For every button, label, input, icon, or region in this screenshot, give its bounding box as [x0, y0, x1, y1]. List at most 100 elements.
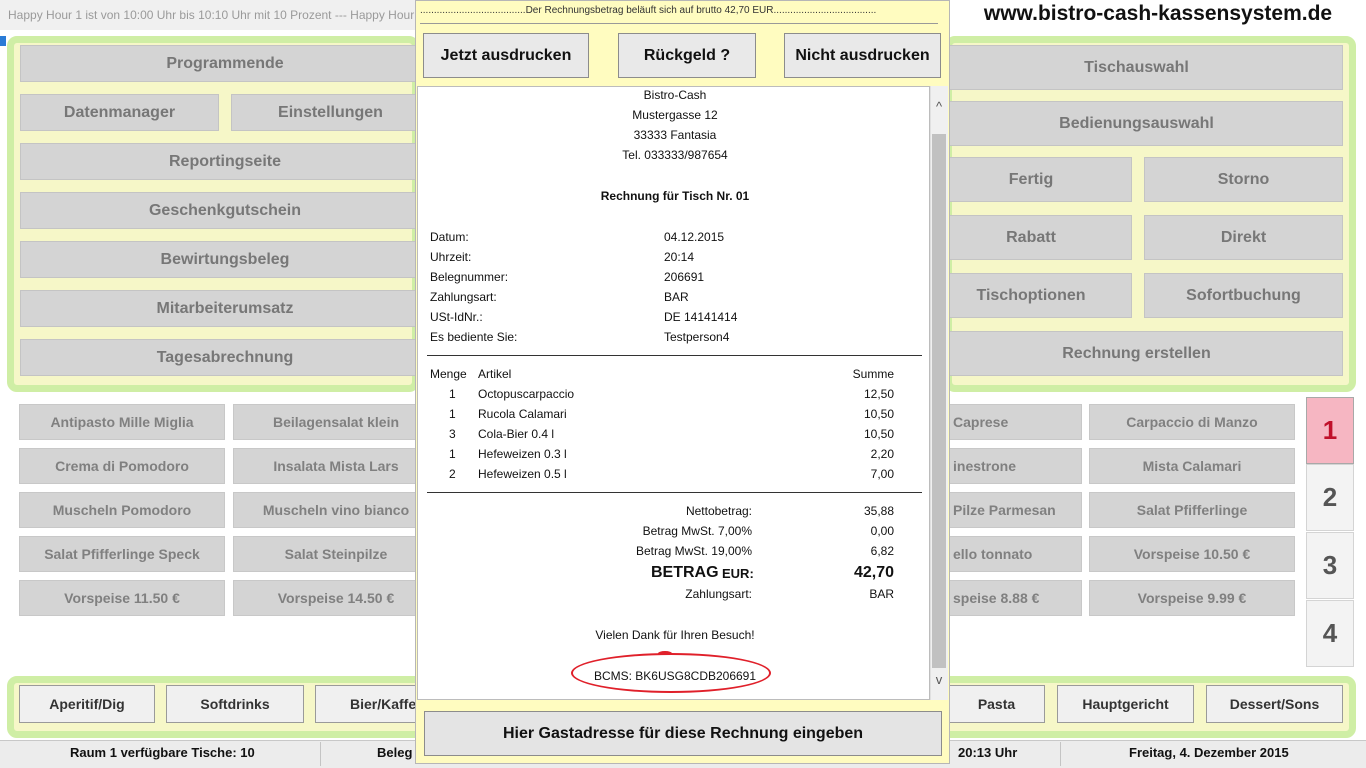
mwst19-value: 6,82 [870, 544, 894, 558]
bedienungsauswahl-button[interactable]: Bedienungsauswahl [930, 101, 1343, 146]
mwst7-label: Betrag MwSt. 7,00% [642, 524, 752, 538]
sofortbuchung-button[interactable]: Sofortbuchung [1144, 273, 1343, 318]
category-dessert[interactable]: Dessert/Sons [1206, 685, 1343, 723]
window-edge [0, 36, 6, 46]
rabatt-button[interactable]: Rabatt [930, 215, 1132, 260]
storno-button[interactable]: Storno [1144, 157, 1343, 202]
item-sum: 2,20 [870, 447, 894, 461]
status-time: 20:13 Uhr [958, 745, 1018, 760]
category-hauptgericht[interactable]: Hauptgericht [1057, 685, 1194, 723]
item-name: Hefeweizen 0.5 l [478, 467, 567, 481]
product-button[interactable]: Vorspeise 14.50 € [233, 580, 439, 616]
col-header-sum: Summe [852, 367, 894, 381]
product-button[interactable]: Carpaccio di Manzo [1089, 404, 1295, 440]
receipt-street: Mustergasse 12 [632, 108, 718, 122]
info-label: Datum: [430, 230, 469, 244]
betrag-value: 42,70 [853, 564, 894, 581]
status-raum: Raum 1 verfügbare Tische: 10 [70, 745, 255, 760]
item-qty: 1 [449, 387, 456, 401]
receipt-divider [427, 492, 922, 493]
item-qty: 2 [449, 467, 456, 481]
betrag-unit: EUR: [722, 566, 754, 581]
table-tab-2[interactable]: 2 [1306, 464, 1354, 531]
scroll-up-icon[interactable]: ^ [930, 97, 948, 117]
info-value: 04.12.2015 [664, 230, 725, 244]
datenmanager-button[interactable]: Datenmanager [20, 94, 219, 131]
tischoptionen-button[interactable]: Tischoptionen [930, 273, 1132, 318]
programmende-button[interactable]: Programmende [20, 45, 430, 82]
bcms-highlight-circle [571, 653, 771, 693]
product-button[interactable]: Crema di Pomodoro [19, 448, 225, 484]
print-now-button[interactable]: Jetzt ausdrucken [423, 33, 589, 78]
info-label: Zahlungsart: [430, 290, 497, 304]
receipt-divider [427, 355, 922, 356]
info-value: 20:14 [664, 250, 695, 264]
guest-address-button[interactable]: Hier Gastadresse für diese Rechnung eing… [424, 711, 942, 756]
product-button[interactable]: inestrone [928, 448, 1082, 484]
rechnung-erstellen-button[interactable]: Rechnung erstellen [930, 331, 1343, 376]
product-button[interactable]: Beilagensalat klein [233, 404, 439, 440]
item-qty: 3 [449, 427, 456, 441]
fertig-button[interactable]: Fertig [930, 157, 1132, 202]
receipt-title: Rechnung für Tisch Nr. 01 [600, 189, 750, 203]
mitarbeiterumsatz-button[interactable]: Mitarbeiterumsatz [20, 290, 430, 327]
info-label: Es bediente Sie: [430, 330, 518, 344]
product-button[interactable]: Vorspeise 10.50 € [1089, 536, 1295, 572]
reportingseite-button[interactable]: Reportingseite [20, 143, 430, 180]
product-button[interactable]: Salat Pfifferlinge Speck [19, 536, 225, 572]
geschenkgutschein-button[interactable]: Geschenkgutschein [20, 192, 430, 229]
product-button[interactable]: speise 8.88 € [928, 580, 1082, 616]
item-name: Octopuscarpaccio [478, 387, 575, 401]
scroll-down-icon[interactable]: v [930, 670, 948, 690]
product-button[interactable]: Muscheln vino bianco [233, 492, 439, 528]
do-not-print-button[interactable]: Nicht ausdrucken [784, 33, 941, 78]
product-button[interactable]: Salat Steinpilze [233, 536, 439, 572]
product-button[interactable]: ello tonnato [928, 536, 1082, 572]
product-button[interactable]: Vorspeise 9.99 € [1089, 580, 1295, 616]
product-button[interactable]: Salat Pfifferlinge [1089, 492, 1295, 528]
site-url-banner: www.bistro-cash-kassensystem.de [950, 0, 1366, 30]
item-sum: 10,50 [863, 427, 894, 441]
zahlungsart-label: Zahlungsart: [685, 587, 752, 601]
status-beleg: Beleg [377, 745, 413, 760]
product-button[interactable]: Mista Calamari [1089, 448, 1295, 484]
scrollbar-thumb[interactable] [932, 134, 946, 668]
receipt-phone: Tel. 033333/987654 [622, 148, 728, 162]
product-button[interactable]: Antipasto Mille Miglia [19, 404, 225, 440]
direkt-button[interactable]: Direkt [1144, 215, 1343, 260]
change-calculator-button[interactable]: Rückgeld ? [618, 33, 756, 78]
product-button[interactable]: Muscheln Pomodoro [19, 492, 225, 528]
thank-you-text: Vielen Dank für Ihren Besuch! [595, 628, 755, 642]
product-button[interactable]: Caprese [928, 404, 1082, 440]
einstellungen-button[interactable]: Einstellungen [231, 94, 430, 131]
item-sum: 7,00 [870, 467, 894, 481]
zahlungsart-value: BAR [869, 587, 894, 601]
product-button[interactable]: Insalata Mista Lars [233, 448, 439, 484]
tischauswahl-button[interactable]: Tischauswahl [930, 45, 1343, 90]
category-aperitif[interactable]: Aperitif/Dig [19, 685, 155, 723]
info-label: Uhrzeit: [430, 250, 472, 264]
table-tab-1[interactable]: 1 [1306, 397, 1354, 464]
col-header-qty: Menge [430, 367, 467, 381]
item-qty: 1 [449, 447, 456, 461]
table-tab-3[interactable]: 3 [1306, 532, 1354, 599]
mwst19-label: Betrag MwSt. 19,00% [635, 544, 752, 558]
info-value: 206691 [664, 270, 705, 284]
info-label: Belegnummer: [430, 270, 509, 284]
netto-label: Nettobetrag: [685, 504, 752, 518]
info-value: BAR [664, 290, 689, 304]
status-separator [320, 742, 321, 766]
dialog-divider [420, 23, 938, 24]
item-name: Rucola Calamari [478, 407, 567, 421]
product-button[interactable]: Vorspeise 11.50 € [19, 580, 225, 616]
table-tab-4[interactable]: 4 [1306, 600, 1354, 667]
happy-hour-ticker: Happy Hour 1 ist von 10:00 Uhr bis 10:10… [0, 0, 415, 30]
tagesabrechnung-button[interactable]: Tagesabrechnung [20, 339, 430, 376]
item-name: Cola-Bier 0.4 l [478, 427, 555, 441]
receipt-company: Bistro-Cash [643, 88, 707, 102]
product-button[interactable]: Pilze Parmesan [928, 492, 1082, 528]
bewirtungsbeleg-button[interactable]: Bewirtungsbeleg [20, 241, 430, 278]
category-softdrinks[interactable]: Softdrinks [166, 685, 304, 723]
item-name: Hefeweizen 0.3 l [478, 447, 567, 461]
mwst7-value: 0,00 [870, 524, 894, 538]
